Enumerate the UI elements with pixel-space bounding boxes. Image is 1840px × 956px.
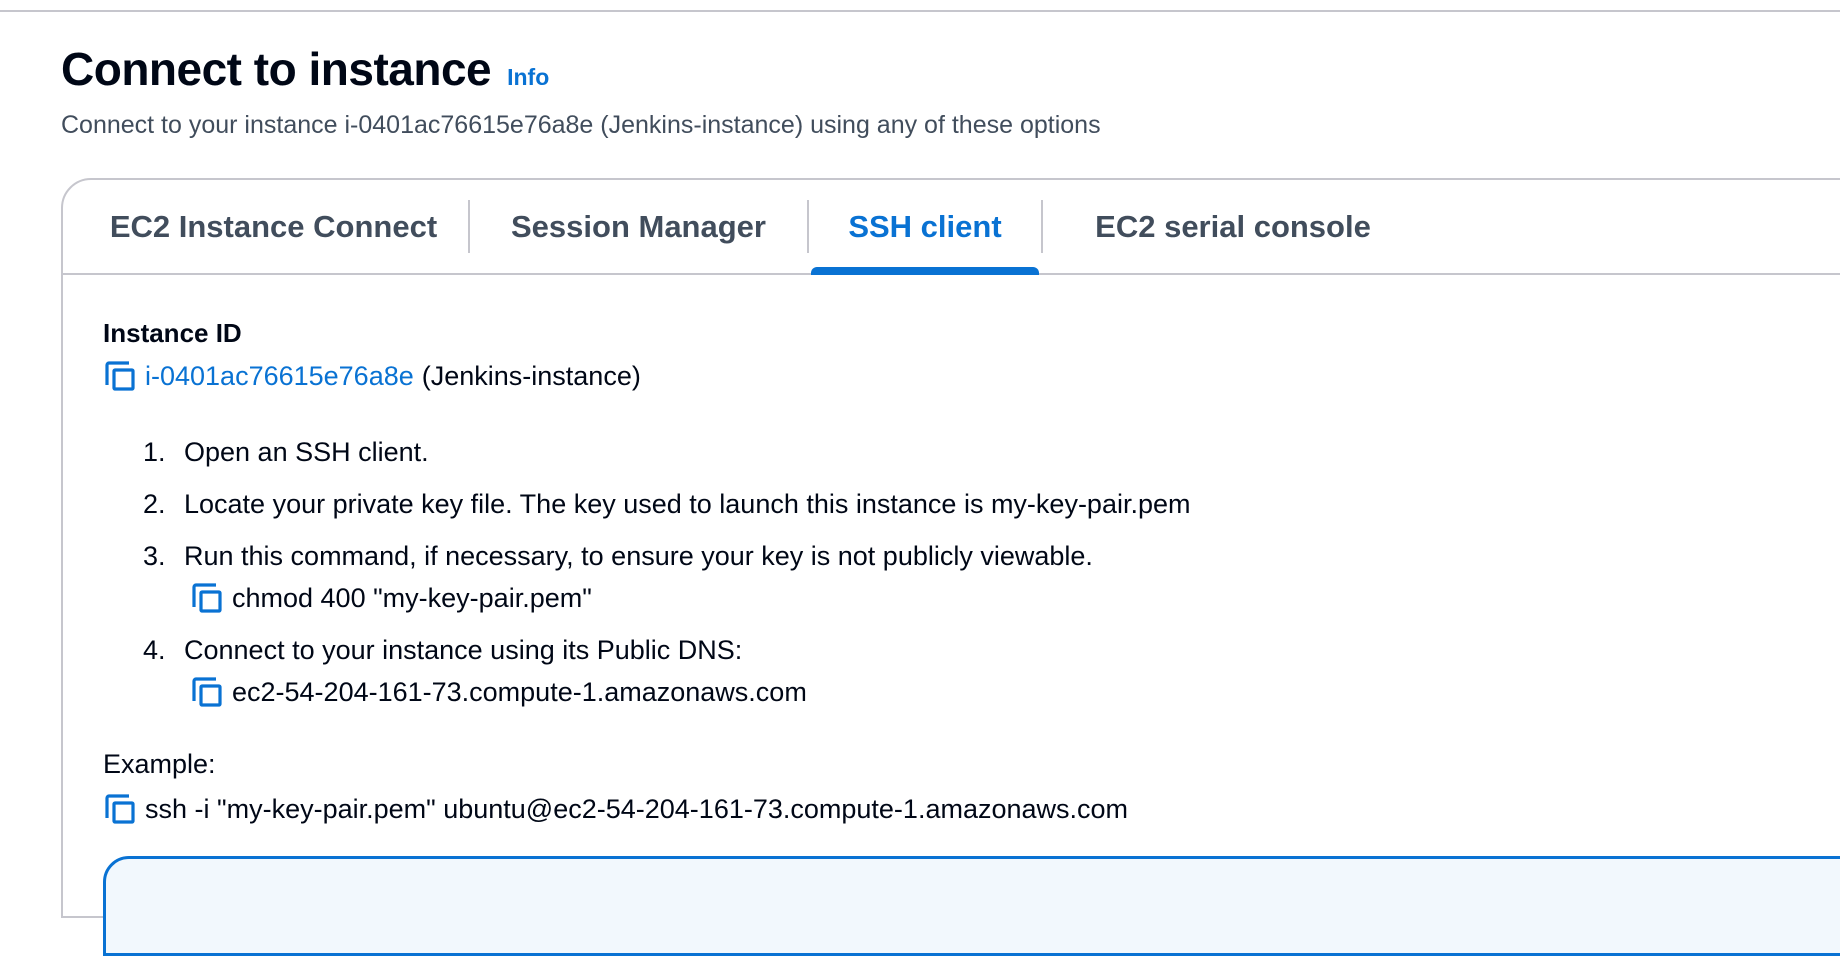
tab-ssh-client[interactable]: SSH client	[809, 180, 1041, 275]
list-item: 1. Open an SSH client.	[143, 435, 1840, 469]
step-text: Connect to your instance using its Publi…	[184, 635, 743, 665]
step-number: 4.	[143, 635, 166, 665]
chmod-command: chmod 400 "my-key-pair.pem"	[232, 583, 592, 613]
step-number: 2.	[143, 489, 166, 519]
public-dns-row: ec2-54-204-161-73.compute-1.amazonaws.co…	[184, 675, 807, 709]
page-header: Connect to instance Info	[61, 42, 549, 96]
tab-ec2-instance-connect[interactable]: EC2 Instance Connect	[63, 180, 468, 273]
step-text: Run this command, if necessary, to ensur…	[184, 541, 1093, 571]
tab-ec2-serial-console[interactable]: EC2 serial console	[1043, 180, 1423, 273]
example-command-row: ssh -i "my-key-pair.pem" ubuntu@ec2-54-2…	[103, 792, 1840, 826]
step-text: Open an SSH client.	[184, 437, 429, 467]
steps-list: 1. Open an SSH client. 2. Locate your pr…	[103, 435, 1840, 709]
list-item: 4. Connect to your instance using its Pu…	[143, 633, 1840, 709]
copy-icon[interactable]	[190, 675, 224, 709]
instance-id-heading: Instance ID	[103, 318, 242, 348]
example-command: ssh -i "my-key-pair.pem" ubuntu@ec2-54-2…	[145, 793, 1129, 824]
instance-name: (Jenkins-instance)	[421, 360, 641, 391]
instance-id-link[interactable]: i-0401ac76615e76a8e	[145, 361, 414, 392]
tab-session-manager[interactable]: Session Manager	[470, 180, 807, 273]
step-number: 3.	[143, 541, 166, 571]
example-label: Example:	[103, 749, 216, 779]
connect-panel: EC2 Instance Connect Session Manager SSH…	[61, 178, 1840, 956]
copy-icon[interactable]	[190, 581, 224, 615]
ssh-client-content: Instance ID i-0401ac76615e76a8e (Jenkins…	[103, 318, 1840, 826]
copy-icon[interactable]	[103, 792, 137, 826]
public-dns-value: ec2-54-204-161-73.compute-1.amazonaws.co…	[232, 677, 807, 707]
step-text: Locate your private key file. The key us…	[184, 489, 1191, 519]
list-item: 3. Run this command, if necessary, to en…	[143, 539, 1840, 615]
info-alert-box	[103, 856, 1840, 956]
info-link[interactable]: Info	[507, 64, 549, 91]
step-number: 1.	[143, 437, 166, 467]
page-title: Connect to instance	[61, 43, 492, 95]
page-subtitle: Connect to your instance i-0401ac76615e7…	[61, 111, 1101, 139]
copy-icon[interactable]	[103, 359, 137, 393]
tab-list: EC2 Instance Connect Session Manager SSH…	[63, 180, 1840, 275]
chmod-command-row: chmod 400 "my-key-pair.pem"	[184, 581, 1093, 615]
top-divider	[0, 0, 1840, 12]
list-item: 2. Locate your private key file. The key…	[143, 487, 1840, 521]
instance-id-row: i-0401ac76615e76a8e (Jenkins-instance)	[103, 359, 1840, 393]
